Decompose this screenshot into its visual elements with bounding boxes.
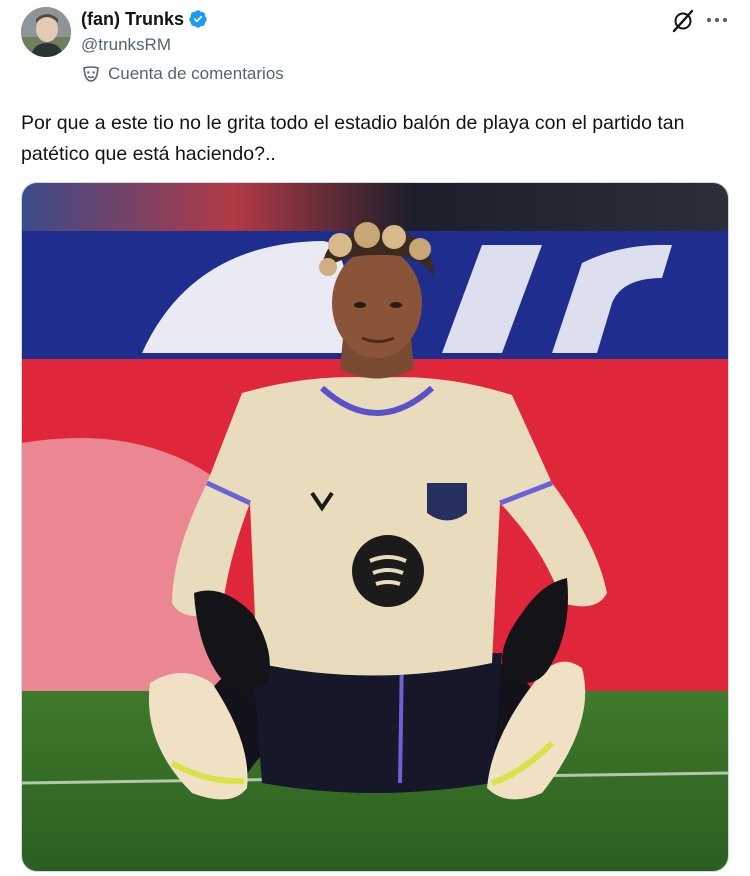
grok-icon [672,9,694,33]
tweet-media-photo[interactable] [21,182,729,872]
grok-button[interactable] [670,8,696,34]
avatar-image [21,7,71,57]
account-type-text: Cuenta de comentarios [108,64,284,83]
theater-mask-icon [82,65,100,83]
tweet-text: Por que a este tio no le grita todo el e… [21,112,690,165]
account-type-label[interactable]: Cuenta de comentarios [82,63,284,85]
verified-badge-icon [188,9,208,29]
avatar[interactable] [21,7,71,57]
more-dots-icon [706,17,728,23]
author-display-name[interactable]: (fan) Trunks [81,8,184,30]
author-handle[interactable]: @trunksRM [81,34,171,56]
more-options-button[interactable] [704,10,730,30]
author-name-row[interactable]: (fan) Trunks [81,8,208,30]
photo-footballer-sitting [22,183,728,871]
